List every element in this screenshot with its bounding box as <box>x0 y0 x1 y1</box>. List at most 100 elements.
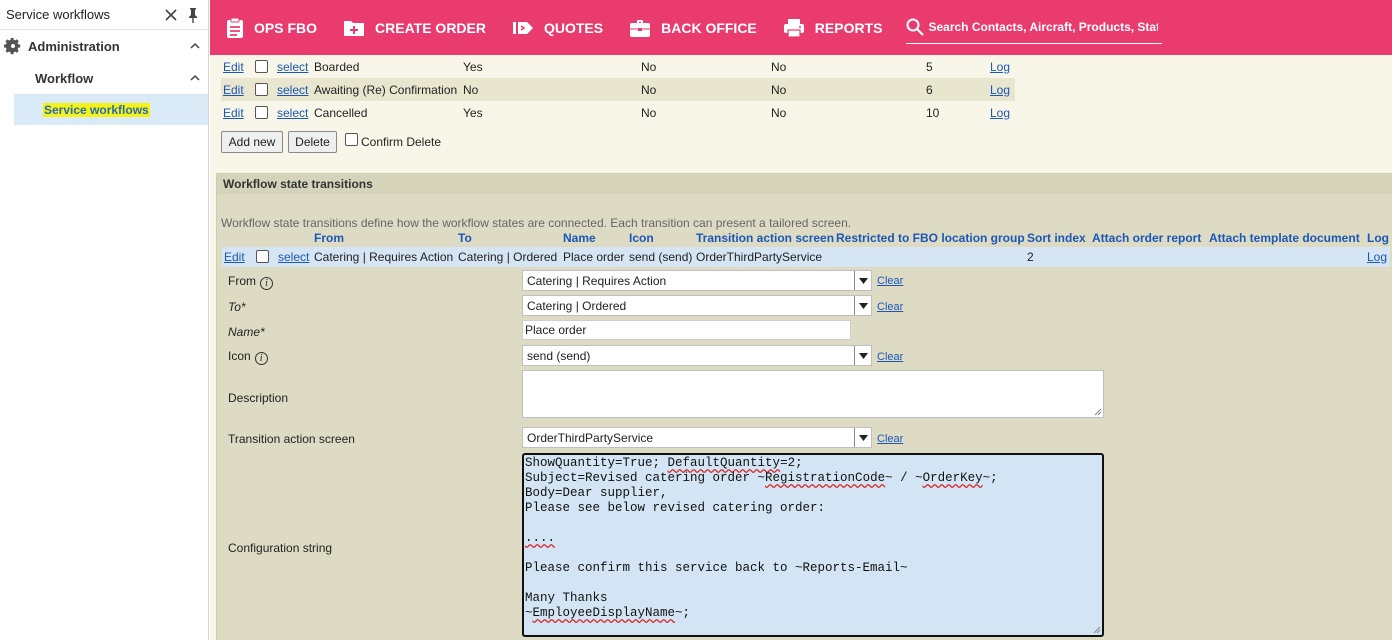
edit-link[interactable]: Edit <box>223 60 244 74</box>
chevron-up-icon[interactable] <box>190 74 200 82</box>
icon-select[interactable]: send (send) <box>522 345 872 366</box>
state-flag: No <box>641 105 657 120</box>
nav-reports[interactable]: REPORTS <box>783 0 882 55</box>
row-checkbox[interactable] <box>255 106 268 119</box>
state-flag: No <box>463 82 479 97</box>
transitions-header-row: From To Name Icon Transition action scre… <box>222 231 1392 247</box>
select-value: OrderThirdPartyService <box>527 430 654 445</box>
nav-label: OPS FBO <box>254 19 318 36</box>
chevron-up-icon[interactable] <box>190 42 200 50</box>
configuration-string-textarea[interactable]: ShowQuantity=True; DefaultQuantity=2; Sub… <box>522 453 1104 637</box>
info-icon[interactable]: i <box>254 352 268 365</box>
nav-create-order[interactable]: CREATE ORDER <box>343 0 486 55</box>
select-link[interactable]: select <box>277 83 308 97</box>
state-name: Cancelled <box>314 105 368 120</box>
state-flag: Yes <box>463 105 483 120</box>
row-checkbox[interactable] <box>256 250 269 263</box>
column-header[interactable]: Transition action screen <box>696 231 834 245</box>
column-header[interactable]: Icon <box>629 231 654 245</box>
name-label-text: Name* <box>228 325 265 339</box>
dropdown-arrow-icon[interactable] <box>854 428 871 447</box>
from-select[interactable]: Catering | Requires Action <box>522 270 872 291</box>
log-link[interactable]: Log <box>990 106 1010 120</box>
description-textarea[interactable] <box>522 370 1104 418</box>
config-line: ~EmployeeDisplayName~; <box>525 606 691 620</box>
edit-link[interactable]: Edit <box>223 83 244 97</box>
sidebar-node-workflow[interactable]: Workflow <box>0 62 208 94</box>
clear-icon-link[interactable]: Clear <box>877 351 903 363</box>
info-icon[interactable]: i <box>260 277 273 290</box>
resize-handle-icon[interactable] <box>1094 408 1102 416</box>
main-content: Edit select Boarded Yes No No 5 Log Edit… <box>210 55 1392 640</box>
description-field-label: Description <box>228 391 289 405</box>
to-select[interactable]: Catering | Ordered <box>522 295 872 316</box>
row-checkbox[interactable] <box>255 60 268 73</box>
log-link[interactable]: Log <box>990 60 1010 74</box>
resize-handle-icon[interactable] <box>1093 626 1101 634</box>
search-input[interactable] <box>928 20 1159 34</box>
from-label-text: From <box>228 274 256 288</box>
clear-to-link[interactable]: Clear <box>877 301 903 313</box>
dropdown-arrow-icon[interactable] <box>854 271 871 290</box>
config-field-label: Configuration string <box>228 541 333 555</box>
table-row: Edit select Boarded Yes No No 5 Log <box>221 55 1015 78</box>
sidebar-node-label: Workflow <box>35 70 94 86</box>
screen-field-label: Transition action screen <box>228 432 355 446</box>
global-search[interactable] <box>906 12 1163 44</box>
column-header[interactable]: To <box>458 231 472 245</box>
table-row: Edit select Cancelled Yes No No 10 Log <box>221 101 1015 124</box>
table-row: Edit select Awaiting (Re) Confirmation N… <box>221 78 1015 101</box>
nav-ops-fbo[interactable]: OPS FBO <box>226 0 317 55</box>
dropdown-arrow-icon[interactable] <box>854 346 871 365</box>
transition-from: Catering | Requires Action <box>314 250 454 264</box>
column-header[interactable]: Attach order report <box>1092 231 1201 245</box>
log-link[interactable]: Log <box>990 83 1010 97</box>
table-row: Edit select Catering | Requires Action C… <box>222 247 1390 267</box>
select-link[interactable]: select <box>278 250 309 264</box>
nav-back-office[interactable]: BACK OFFICE <box>629 0 757 55</box>
close-icon[interactable] <box>162 6 180 24</box>
config-line: ShowQuantity=True; DefaultQuantity=2; <box>525 456 803 470</box>
column-header[interactable]: Log <box>1367 231 1389 245</box>
screen-select[interactable]: OrderThirdPartyService <box>522 427 872 448</box>
sidebar-node-administration[interactable]: Administration <box>0 30 208 62</box>
transition-sort-index: 2 <box>1027 250 1034 264</box>
icon-label-text: Icon <box>228 349 251 363</box>
sidebar-node-label: Administration <box>28 38 120 54</box>
config-line <box>525 546 1101 561</box>
state-sort-index: 5 <box>926 59 933 74</box>
state-flag: Yes <box>463 59 483 74</box>
config-line <box>525 516 1101 531</box>
transition-to: Catering | Ordered <box>458 250 558 264</box>
nav-label: BACK OFFICE <box>661 19 757 36</box>
config-line <box>525 576 1101 591</box>
add-new-button[interactable]: Add new <box>221 131 283 153</box>
pin-icon[interactable] <box>184 6 202 24</box>
top-navigation: OPS FBO CREATE ORDER QUOTES BACK OFFICE … <box>210 0 1392 55</box>
nav-label: QUOTES <box>543 19 604 36</box>
row-checkbox[interactable] <box>255 83 268 96</box>
name-input[interactable]: Place order <box>522 320 851 340</box>
select-link[interactable]: select <box>277 106 308 120</box>
edit-link[interactable]: Edit <box>223 106 244 120</box>
clear-from-link[interactable]: Clear <box>877 275 903 287</box>
select-link[interactable]: select <box>277 60 308 74</box>
tag-icon <box>512 21 533 34</box>
delete-button[interactable]: Delete <box>288 131 337 153</box>
dropdown-arrow-icon[interactable] <box>854 296 871 315</box>
nav-quotes[interactable]: QUOTES <box>512 0 603 55</box>
state-flag: No <box>771 105 787 120</box>
config-line: .... <box>525 531 556 545</box>
column-header[interactable]: Attach template document <box>1209 231 1360 245</box>
confirm-delete-checkbox[interactable] <box>345 133 358 146</box>
column-header[interactable]: Sort index <box>1027 231 1086 245</box>
panel-title: Workflow state transitions <box>217 174 1392 194</box>
gear-icon <box>4 37 21 55</box>
edit-link[interactable]: Edit <box>224 250 245 264</box>
log-link[interactable]: Log <box>1367 250 1387 264</box>
column-header[interactable]: Name <box>563 231 596 245</box>
column-header[interactable]: Restricted to FBO location group <box>836 231 1025 245</box>
sidebar-item-service-workflows[interactable]: Service workflows <box>14 94 208 125</box>
column-header[interactable]: From <box>314 231 344 245</box>
clear-screen-link[interactable]: Clear <box>877 433 903 445</box>
